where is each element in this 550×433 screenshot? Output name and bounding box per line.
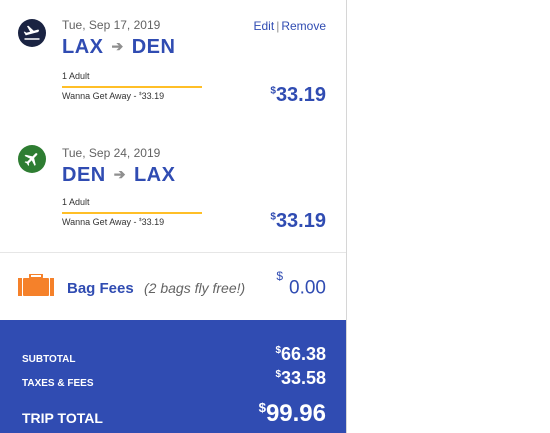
trip-currency: $ (258, 400, 266, 415)
subtotal-label: SUBTOTAL (22, 354, 76, 365)
link-separator: | (276, 19, 280, 33)
arrow-right-icon: ➔ (113, 166, 126, 182)
remove-link[interactable]: Remove (281, 19, 326, 33)
subtotal-amount: 66.38 (280, 344, 326, 364)
fare-amount: 33.19 (141, 91, 165, 101)
bag-fees-row: Bag Fees (2 bags fly free!) $0.00 (0, 252, 346, 321)
flight-price: $33.19 (270, 84, 326, 107)
trip-total-label: TRIP TOTAL (22, 410, 103, 426)
destination-airport: DEN (131, 36, 176, 58)
trip-amount: 99.96 (265, 400, 326, 427)
price-amount: 33.19 (275, 210, 326, 232)
edit-link[interactable]: Edit (254, 19, 275, 33)
price-amount: 33.19 (275, 84, 326, 106)
trip-total-value: $99.96 (259, 400, 326, 428)
flight-route: LAX ➔ DEN (62, 36, 175, 59)
fare-name: Wanna Get Away - (62, 217, 140, 227)
fare-type: Wanna Get Away - $33.19 (62, 217, 164, 227)
fare-divider (62, 86, 202, 88)
trip-summary-panel: Tue, Sep 17, 2019 Edit | Remove LAX ➔ DEN 1 … (0, 0, 347, 433)
fare-type: Wanna Get Away - $33.19 (62, 91, 164, 101)
plane-landing-icon (18, 145, 46, 173)
suitcase-icon (18, 273, 54, 296)
subtotal-value: $66.38 (275, 344, 326, 365)
fare-divider (62, 212, 202, 214)
bag-fees-label: Bag Fees (67, 280, 134, 297)
flight-route: DEN ➔ LAX (62, 164, 175, 187)
flight-date: Tue, Sep 24, 2019 (62, 146, 161, 160)
destination-airport: LAX (133, 164, 176, 186)
totals-block: SUBTOTAL $66.38 TAXES & FEES $33.58 TRIP… (0, 320, 346, 433)
bag-fees-note: (2 bags fly free!) (144, 280, 246, 296)
flight-price: $33.19 (270, 210, 326, 233)
flight-date: Tue, Sep 17, 2019 (62, 18, 161, 32)
passenger-count: 1 Adult (62, 197, 90, 207)
bag-currency: $ (276, 269, 284, 283)
taxes-amount: 33.58 (280, 368, 326, 388)
plane-takeoff-icon (18, 19, 46, 47)
bag-fees-price: $0.00 (276, 269, 326, 299)
flight-segment-1: Tue, Sep 17, 2019 Edit | Remove LAX ➔ DEN 1 … (0, 0, 346, 130)
origin-airport: LAX (62, 36, 104, 58)
passenger-count: 1 Adult (62, 71, 90, 81)
taxes-label: TAXES & FEES (22, 378, 94, 389)
bag-amount: 0.00 (289, 277, 326, 299)
fare-name: Wanna Get Away - (62, 91, 140, 101)
arrow-right-icon: ➔ (111, 38, 124, 54)
taxes-value: $33.58 (275, 368, 326, 389)
flight-segment-2: Tue, Sep 24, 2019 DEN ➔ LAX 1 Adult Wanna … (0, 126, 346, 252)
fare-amount: 33.19 (141, 217, 165, 227)
origin-airport: DEN (62, 164, 106, 186)
edit-remove-links: Edit | Remove (254, 19, 327, 33)
